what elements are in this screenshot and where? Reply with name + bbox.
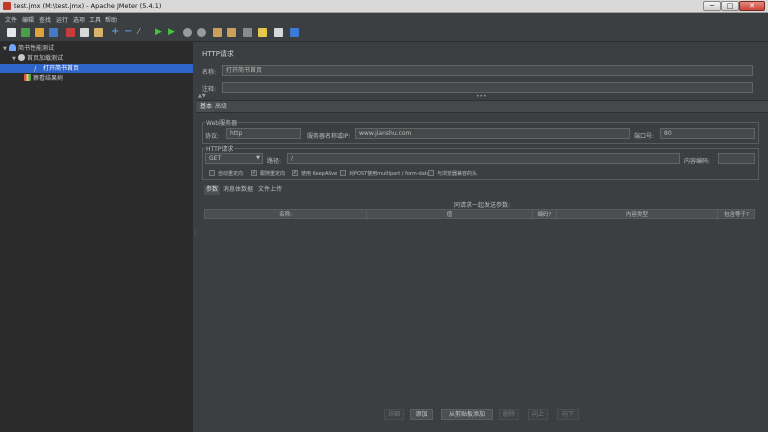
auto-redirect-label: 自动重定向 — [218, 171, 244, 177]
tab-file-upload[interactable]: 文件上传 — [256, 185, 284, 195]
stop-icon[interactable] — [183, 28, 192, 37]
parameters-table-body[interactable] — [204, 219, 755, 404]
menu-file[interactable]: 文件 — [5, 15, 17, 24]
help-icon[interactable] — [290, 28, 299, 37]
test-plan-tree: ▼ 简书性能测试 ▼ 首页加载测试 ∕ 打开简书首页 察看结果树 — [0, 42, 193, 432]
search-icon[interactable] — [243, 28, 252, 37]
copy-icon[interactable] — [80, 28, 89, 37]
keepalive-checkbox[interactable]: ✓ — [292, 170, 298, 176]
clear-all-icon[interactable] — [227, 28, 236, 37]
menu-options[interactable]: 选项 — [73, 15, 85, 24]
menu-bar: 文件 编辑 查找 运行 选项 工具 帮助 — [0, 13, 768, 24]
test-plan-icon — [9, 44, 16, 51]
parameters-table-header: 名称: 值 编码? 内容类型 包含等于? — [204, 209, 755, 220]
protocol-label: 协议: — [205, 133, 220, 140]
start-no-pause-icon[interactable]: ▶ — [168, 28, 177, 37]
comment-label: 注释: — [202, 86, 217, 93]
menu-tools[interactable]: 工具 — [89, 15, 101, 24]
config-tab-strip: 基本 高级 — [196, 100, 768, 113]
chart-icon — [24, 74, 31, 81]
browser-headers-label: 与浏览器兼容的头 — [437, 171, 478, 177]
comment-input[interactable] — [222, 82, 753, 93]
toggle-icon[interactable]: ⁄ — [138, 28, 147, 37]
web-server-legend: Web服务器 — [205, 118, 239, 127]
open-icon[interactable] — [35, 28, 44, 37]
tree-item-label: 察看结果树 — [33, 75, 64, 82]
tree-item-thread-group[interactable]: ▼ 首页加载测试 — [12, 54, 191, 63]
save-icon[interactable] — [49, 28, 58, 37]
tree-item-test-plan[interactable]: ▼ 简书性能测试 — [3, 44, 191, 53]
name-input[interactable]: 打开简书首页 — [222, 65, 753, 76]
follow-redirect-label: 跟随重定向 — [260, 171, 286, 177]
port-input[interactable]: 80 — [660, 128, 755, 139]
content-encoding-label: 内容编码: — [684, 158, 711, 165]
collapse-icon[interactable]: − — [124, 27, 133, 37]
reset-search-icon[interactable] — [258, 28, 267, 37]
menu-search[interactable]: 查找 — [39, 15, 51, 24]
http-request-legend: HTTP请求 — [205, 144, 235, 153]
pipette-icon: ∕ — [34, 65, 37, 73]
tab-advanced[interactable]: 高级 — [213, 102, 229, 112]
function-helper-icon[interactable] — [274, 28, 283, 37]
maximize-button[interactable]: □ — [721, 1, 739, 11]
name-label: 名称: — [202, 69, 217, 76]
tree-item-http-request[interactable]: ∕ 打开简书首页 — [0, 64, 193, 73]
path-label: 路径: — [267, 158, 282, 165]
jmeter-app-icon — [3, 2, 11, 10]
multipart-label: 对POST使用multipart / form-data — [349, 171, 430, 177]
follow-redirect-checkbox[interactable]: ✓ — [251, 170, 257, 176]
port-label: 端口号: — [634, 133, 655, 140]
delete-button[interactable]: 删除 — [499, 409, 519, 420]
tree-item-label: 简书性能测试 — [18, 45, 55, 52]
tree-item-label: 打开简书首页 — [43, 65, 80, 72]
collapse-handle-icon[interactable]: ••• — [476, 93, 487, 100]
tab-body-data[interactable]: 消息体数据 — [221, 185, 255, 195]
method-select[interactable]: GET ▼ — [205, 153, 263, 164]
protocol-input[interactable]: http — [226, 128, 301, 139]
move-up-button[interactable]: 向上 — [528, 409, 548, 420]
auto-redirect-checkbox[interactable] — [209, 170, 215, 176]
start-icon[interactable]: ▶ — [155, 28, 164, 37]
cut-icon[interactable] — [66, 28, 75, 37]
path-input[interactable]: / — [287, 153, 680, 164]
keepalive-label: 使用 KeepAlive — [301, 171, 338, 177]
detail-button[interactable]: 详细 — [384, 409, 404, 420]
paste-icon[interactable] — [94, 28, 103, 37]
chevron-down-icon[interactable]: ▼ — [256, 154, 260, 163]
toolbar: + − ⁄ ▶ ▶ — [0, 24, 768, 42]
method-value: GET — [209, 155, 222, 162]
close-button[interactable]: ✕ — [739, 1, 765, 11]
add-from-clipboard-button[interactable]: 从剪贴板添加 — [441, 409, 493, 420]
content-encoding-input[interactable] — [718, 153, 755, 164]
tree-item-results-tree[interactable]: 察看结果树 — [24, 74, 191, 83]
gear-icon — [18, 54, 25, 61]
server-name-input[interactable]: www.jianshu.com — [355, 128, 630, 139]
new-icon[interactable] — [7, 28, 16, 37]
tab-basic[interactable]: 基本 — [198, 102, 215, 112]
menu-edit[interactable]: 编辑 — [22, 15, 34, 24]
tree-item-label: 首页加载测试 — [27, 55, 64, 62]
minimize-button[interactable]: ─ — [703, 1, 721, 11]
menu-run[interactable]: 运行 — [56, 15, 68, 24]
templates-icon[interactable] — [21, 28, 30, 37]
http-request-panel: HTTP请求 名称: 打开简书首页 注释: ••• ▲▼ 基本 高级 Web服务… — [196, 42, 768, 432]
server-name-label: 服务器名称或IP: — [307, 133, 351, 140]
add-button[interactable]: 添加 — [410, 409, 433, 420]
shutdown-icon[interactable] — [197, 28, 206, 37]
expand-icon[interactable]: + — [111, 27, 120, 37]
table-caption: 同请求一起发送参数: — [453, 202, 511, 209]
browser-headers-checkbox[interactable] — [428, 170, 434, 176]
window-titlebar: test.jmx (M:\test.jmx) - Apache JMeter (… — [0, 0, 768, 13]
move-down-button[interactable]: 向下 — [557, 409, 579, 420]
tab-parameters[interactable]: 参数 — [204, 185, 221, 195]
expand-arrows-icon[interactable]: ▲▼ — [198, 93, 206, 99]
panel-title: HTTP请求 — [202, 50, 234, 58]
menu-help[interactable]: 帮助 — [105, 15, 117, 24]
clear-icon[interactable] — [213, 28, 222, 37]
multipart-checkbox[interactable] — [340, 170, 346, 176]
window-title: test.jmx (M:\test.jmx) - Apache JMeter (… — [14, 2, 162, 10]
